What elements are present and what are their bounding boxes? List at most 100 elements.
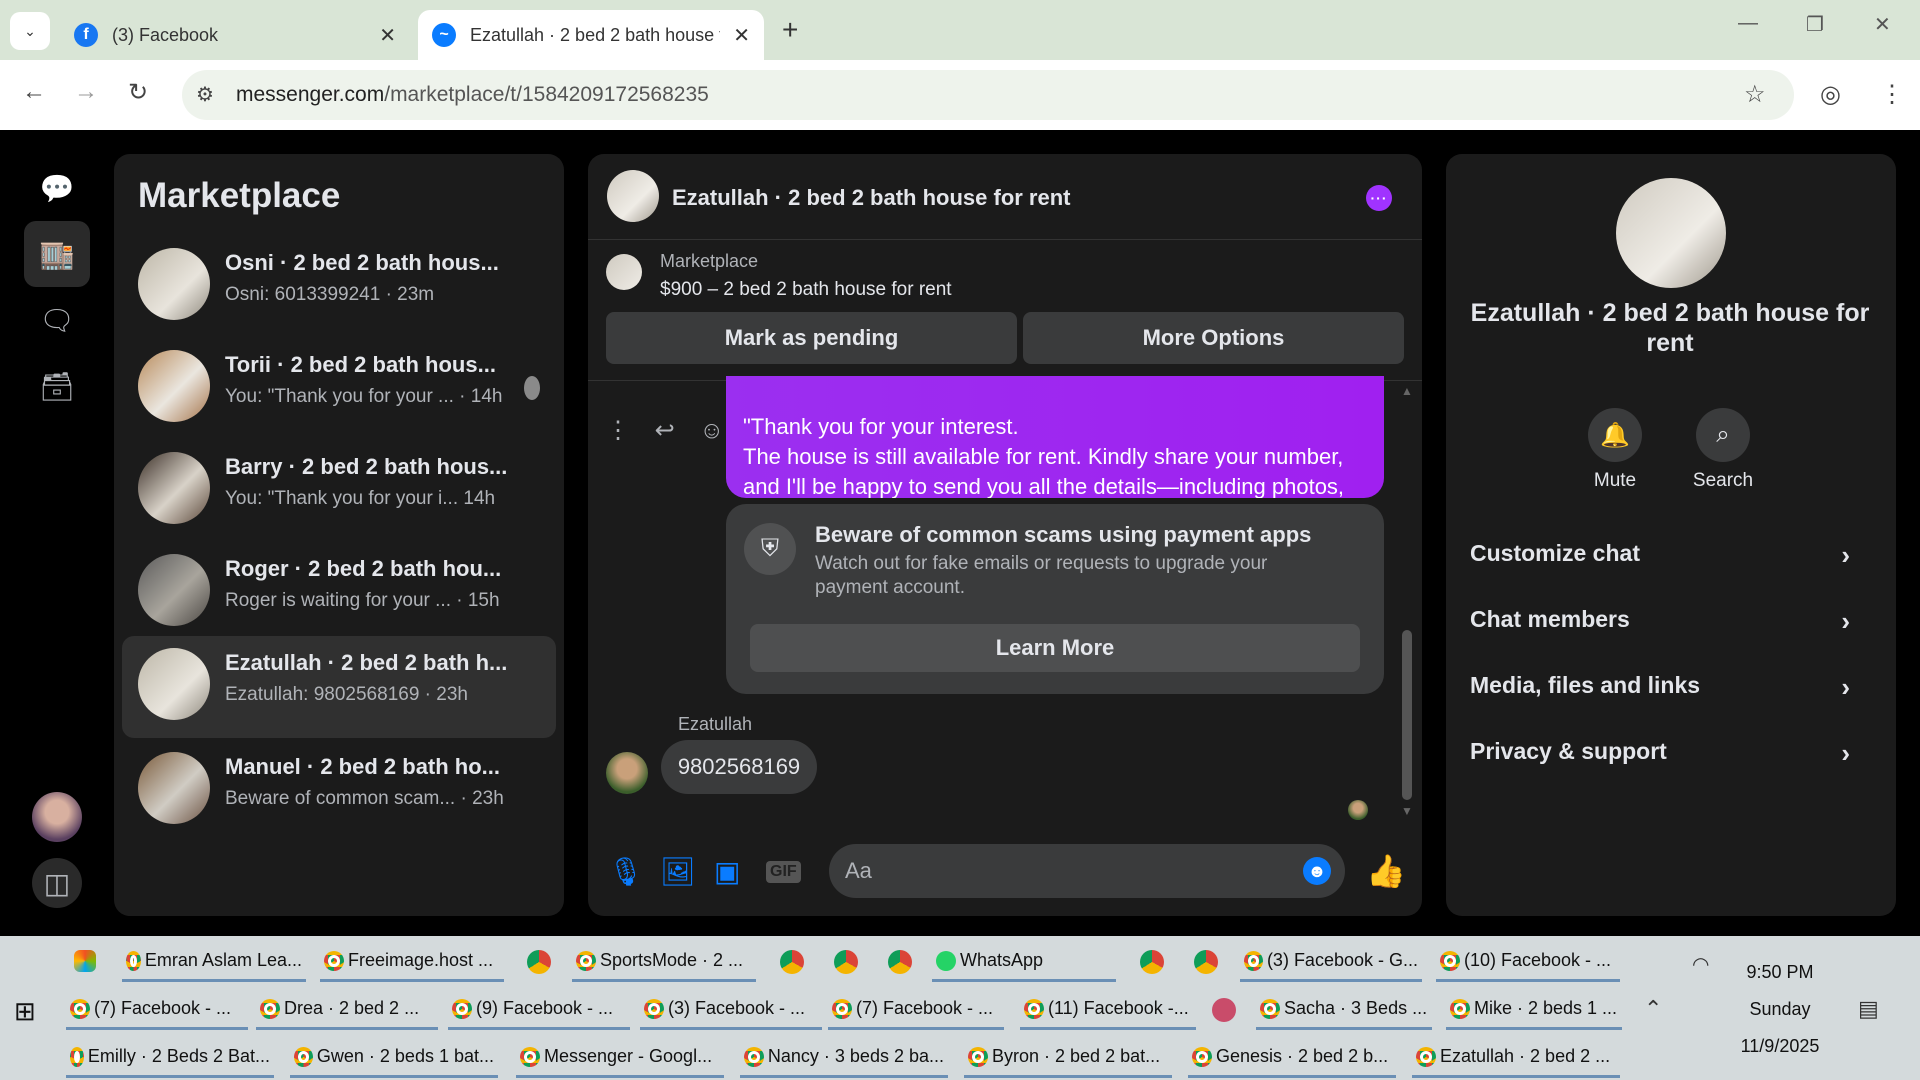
tab-messenger[interactable]: ~ Ezatullah · 2 bed 2 bath house f ✕ bbox=[418, 10, 764, 60]
media-files-links-row[interactable]: Media, files and links › bbox=[1470, 672, 1870, 712]
taskbar-item[interactable]: (10) Facebook - ... bbox=[1436, 942, 1620, 982]
taskbar-item[interactable]: Ezatullah · 2 bed 2 ... bbox=[1412, 1038, 1620, 1078]
list-item[interactable]: Ezatullah · 2 bed 2 bath h... Ezatullah:… bbox=[122, 636, 556, 738]
chat-avatar[interactable] bbox=[607, 170, 659, 222]
site-info-icon[interactable]: ⚙ bbox=[196, 82, 214, 107]
chrome-icon[interactable] bbox=[1140, 950, 1164, 974]
more-options-icon[interactable]: ··· bbox=[1366, 185, 1392, 211]
taskbar-item[interactable]: Drea · 2 bed 2 ... bbox=[256, 990, 438, 1030]
taskbar-item[interactable]: Emilly · 2 Beds 2 Bat... bbox=[66, 1038, 274, 1078]
taskbar-item[interactable]: Mike · 2 beds 1 ... bbox=[1446, 990, 1622, 1030]
more-vertical-icon[interactable]: ⋮ bbox=[606, 417, 630, 444]
minimize-button[interactable]: — bbox=[1738, 12, 1758, 35]
network-icon[interactable]: ◠ bbox=[1692, 952, 1709, 977]
close-icon[interactable]: ✕ bbox=[733, 23, 750, 48]
reply-icon[interactable]: ↩ bbox=[655, 417, 675, 444]
clock-date[interactable]: 11/9/2025 bbox=[1720, 1036, 1840, 1057]
sidebar-toggle-icon[interactable]: ◫ bbox=[32, 858, 82, 908]
tab-facebook[interactable]: f (3) Facebook ✕ bbox=[60, 10, 410, 60]
sender-avatar[interactable] bbox=[606, 752, 648, 794]
bookmark-star-icon[interactable]: ☆ bbox=[1744, 80, 1766, 109]
taskbar-item[interactable]: (9) Facebook - ... bbox=[448, 990, 630, 1030]
url-text[interactable]: messenger.com/marketplace/t/158420917256… bbox=[236, 83, 709, 107]
taskbar-item[interactable]: Sacha · 3 Beds ... bbox=[1256, 990, 1432, 1030]
gif-icon[interactable]: GIF bbox=[766, 861, 801, 883]
list-item[interactable]: Roger · 2 bed 2 bath hou... Roger is wai… bbox=[122, 542, 556, 644]
mark-as-pending-button[interactable]: Mark as pending bbox=[606, 312, 1017, 364]
chat-members-row[interactable]: Chat members › bbox=[1470, 606, 1870, 646]
list-item[interactable]: Manuel · 2 bed 2 bath ho... Beware of co… bbox=[122, 740, 556, 842]
incoming-message-bubble: 9802568169 bbox=[661, 740, 817, 794]
close-icon[interactable]: ✕ bbox=[379, 23, 396, 48]
requests-icon[interactable]: 🗨 bbox=[24, 287, 90, 353]
microphone-icon[interactable]: 🎙 bbox=[608, 855, 644, 888]
search-icon[interactable]: ⌕ bbox=[1696, 408, 1750, 462]
copilot-icon[interactable] bbox=[74, 950, 96, 972]
privacy-support-row[interactable]: Privacy & support › bbox=[1470, 738, 1870, 778]
divider bbox=[588, 239, 1422, 240]
chrome-icon[interactable] bbox=[888, 950, 912, 974]
taskbar-item[interactable]: (3) Facebook - ... bbox=[640, 990, 822, 1030]
clock-day[interactable]: Sunday bbox=[1720, 999, 1840, 1020]
restore-button[interactable]: ❐ bbox=[1806, 12, 1824, 37]
windows-start-icon[interactable]: ⊞ bbox=[14, 996, 36, 1027]
taskbar-item[interactable]: Emran Aslam Lea... bbox=[122, 942, 306, 982]
taskbar-item[interactable]: Freeimage.host ... bbox=[320, 942, 504, 982]
forward-button[interactable]: → bbox=[74, 78, 98, 106]
scroll-down-icon[interactable]: ▼ bbox=[1401, 804, 1413, 818]
taskbar-item[interactable]: (11) Facebook -... bbox=[1020, 990, 1196, 1030]
chrome-icon[interactable] bbox=[834, 950, 858, 974]
listing-price[interactable]: $900 – 2 bed 2 bath house for rent bbox=[660, 279, 952, 301]
user-avatar[interactable] bbox=[32, 792, 82, 842]
reload-button[interactable]: ↻ bbox=[128, 78, 148, 107]
customize-chat-row[interactable]: Customize chat › bbox=[1470, 540, 1870, 580]
chrome-icon[interactable] bbox=[527, 950, 551, 974]
scrollbar-thumb[interactable] bbox=[1402, 630, 1412, 800]
tab-search-button[interactable]: ⌄ bbox=[10, 12, 50, 50]
taskbar-item[interactable]: Byron · 2 bed 2 bat... bbox=[964, 1038, 1172, 1078]
taskbar-item[interactable]: Gwen · 2 beds 1 bat... bbox=[290, 1038, 498, 1078]
profile-icon[interactable]: ◎ bbox=[1820, 80, 1841, 109]
chrome-icon[interactable] bbox=[1194, 950, 1218, 974]
scroll-up-icon[interactable]: ▲ bbox=[1401, 384, 1413, 398]
back-button[interactable]: ← bbox=[22, 78, 46, 106]
message-composer[interactable] bbox=[829, 844, 1345, 898]
messenger-icon: ~ bbox=[432, 23, 456, 47]
sticker-icon[interactable]: ▣ bbox=[714, 855, 740, 888]
chat-title[interactable]: Ezatullah · 2 bed 2 bath house for rent bbox=[672, 185, 1071, 211]
marketplace-icon[interactable]: 🏬 bbox=[24, 221, 90, 287]
listing-avatar[interactable] bbox=[606, 254, 642, 290]
taskbar-item[interactable]: Nancy · 3 beds 2 ba... bbox=[740, 1038, 948, 1078]
conversation-name: Manuel · 2 bed 2 bath ho... bbox=[225, 754, 501, 779]
list-item[interactable]: Barry · 2 bed 2 bath hous... You: "Thank… bbox=[122, 440, 556, 542]
taskbar-item[interactable]: (7) Facebook - ... bbox=[66, 990, 248, 1030]
list-item[interactable]: Osni · 2 bed 2 bath hous... Osni: 601339… bbox=[122, 236, 556, 338]
more-options-button[interactable]: More Options bbox=[1023, 312, 1404, 364]
notifications-icon[interactable]: ▤ bbox=[1858, 996, 1879, 1022]
taskbar-item[interactable]: WhatsApp bbox=[932, 942, 1116, 982]
react-icon[interactable]: ☺ bbox=[699, 417, 724, 444]
taskbar-label: (10) Facebook - ... bbox=[1464, 950, 1612, 970]
learn-more-button[interactable]: Learn More bbox=[750, 624, 1360, 672]
like-icon[interactable]: 👍 bbox=[1366, 852, 1406, 890]
taskbar-item[interactable]: (7) Facebook - ... bbox=[828, 990, 1004, 1030]
archive-icon[interactable]: 🗃 bbox=[24, 353, 90, 419]
emoji-icon[interactable]: ☻ bbox=[1303, 857, 1331, 885]
chats-icon[interactable]: 💬 bbox=[24, 155, 90, 221]
taskbar-item[interactable]: Genesis · 2 bed 2 b... bbox=[1188, 1038, 1396, 1078]
message-input[interactable] bbox=[845, 856, 1285, 886]
bell-icon[interactable]: 🔔 bbox=[1588, 408, 1642, 462]
chrome-icon[interactable] bbox=[780, 950, 804, 974]
taskbar-item[interactable]: SportsMode · 2 ... bbox=[572, 942, 756, 982]
info-avatar[interactable] bbox=[1616, 178, 1726, 288]
taskbar-item[interactable]: (3) Facebook - G... bbox=[1240, 942, 1422, 982]
image-icon[interactable]: 🖼 bbox=[660, 855, 696, 888]
taskbar-item[interactable]: Messenger - Googl... bbox=[516, 1038, 724, 1078]
chevron-up-icon[interactable]: ⌃ bbox=[1644, 996, 1662, 1022]
browser-menu-icon[interactable]: ⋮ bbox=[1880, 80, 1904, 109]
close-window-button[interactable]: ✕ bbox=[1874, 12, 1891, 37]
list-item[interactable]: Torii · 2 bed 2 bath hous... You: "Thank… bbox=[122, 338, 556, 440]
new-tab-button[interactable]: + bbox=[782, 14, 798, 46]
app-icon[interactable] bbox=[1212, 998, 1236, 1022]
clock-time[interactable]: 9:50 PM bbox=[1720, 962, 1840, 983]
